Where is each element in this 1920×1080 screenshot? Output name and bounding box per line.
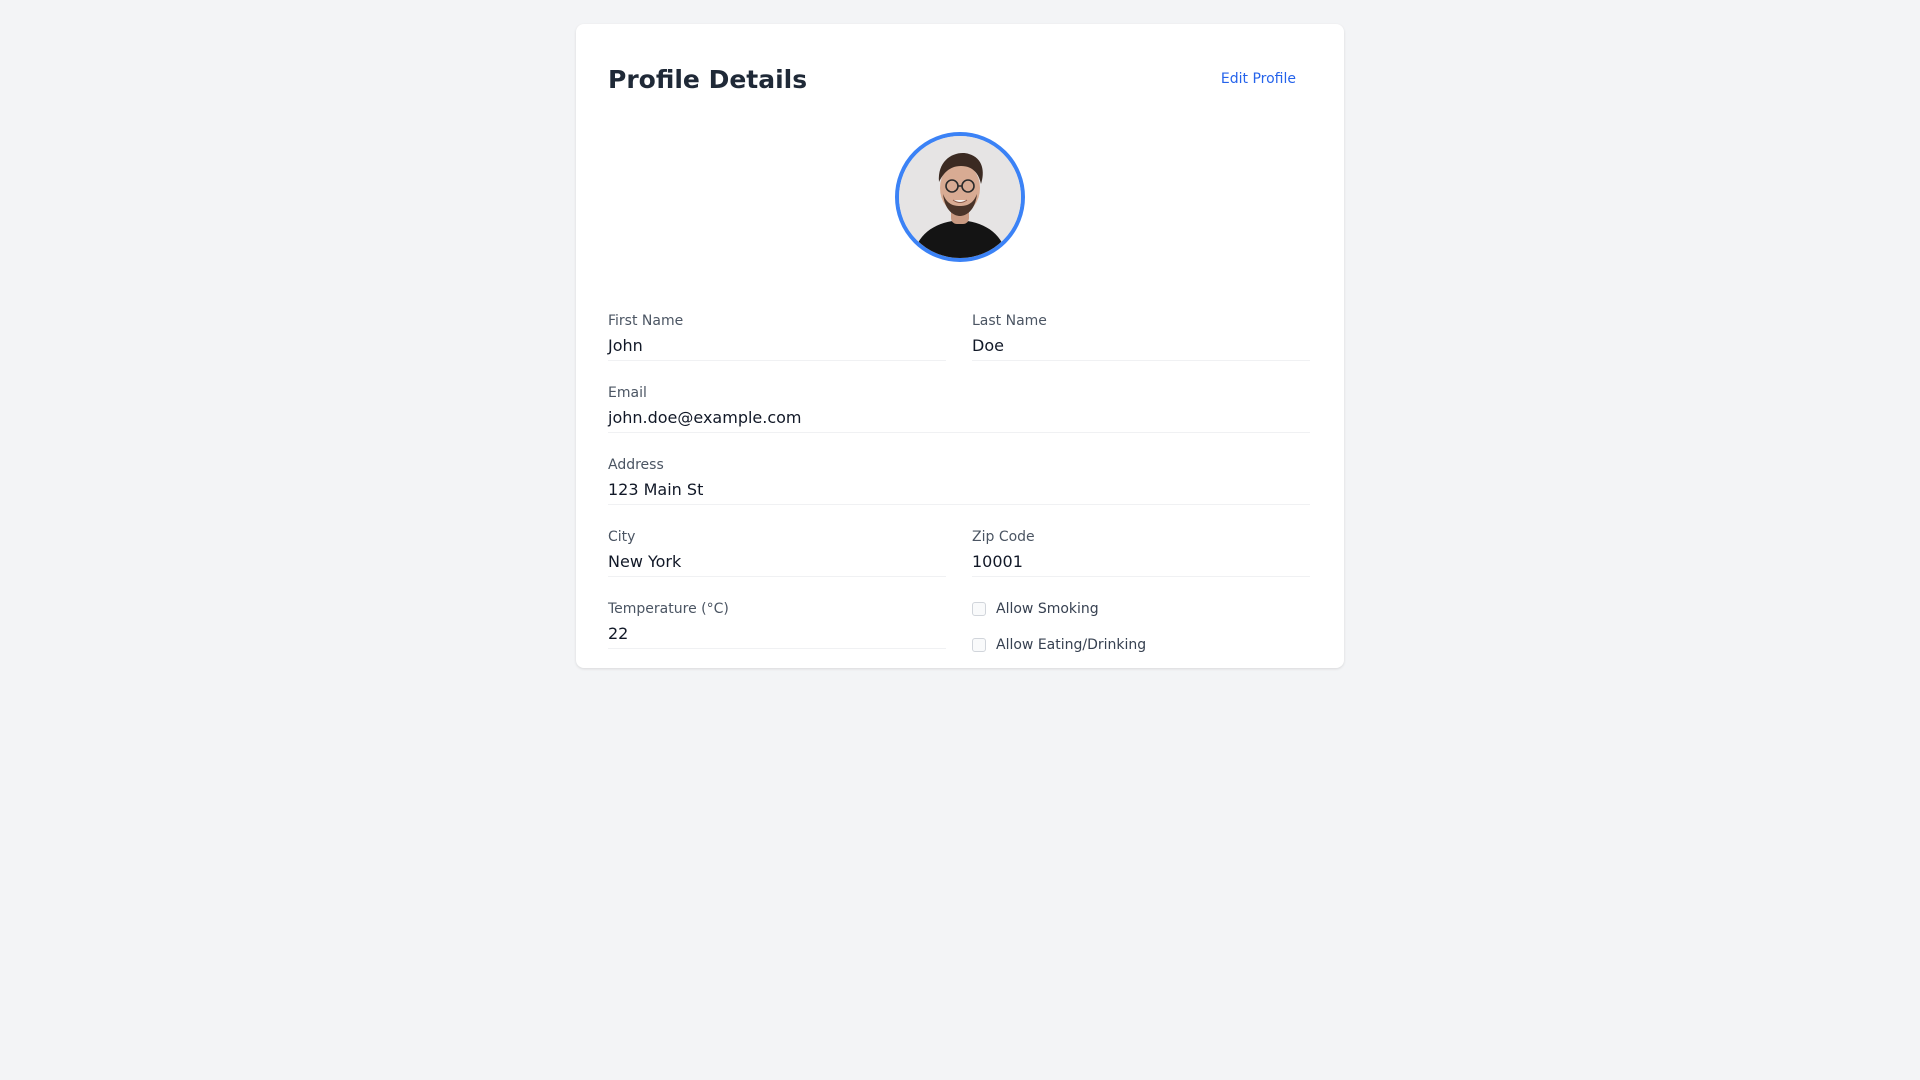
profile-card: Profile Details Edit Profile First Name … [576,24,1344,668]
temperature-label: Temperature (°C) [608,601,729,617]
email-value: john.doe@example.com [608,408,1310,433]
address-field: Address 123 Main St [608,456,1310,528]
zip-code-value: 10001 [972,552,1310,577]
city-value: New York [608,552,946,577]
allow-smoking-checkbox[interactable] [972,602,986,616]
last-name-label: Last Name [972,313,1047,329]
last-name-field: Last Name Doe [972,312,1310,384]
email-label: Email [608,385,647,401]
allow-eating-option[interactable]: Allow Eating/Drinking [972,636,1310,654]
avatar [895,132,1025,262]
allow-smoking-label: Allow Smoking [996,601,1099,617]
first-name-label: First Name [608,313,684,329]
allow-smoking-option[interactable]: Allow Smoking [972,600,1310,618]
profile-form: First Name John Last Name Doe Email john… [608,312,1312,672]
avatar-container [608,132,1312,262]
first-name-field: First Name John [608,312,946,384]
zip-code-field: Zip Code 10001 [972,528,1310,600]
zip-code-label: Zip Code [972,529,1035,545]
city-label: City [608,529,636,545]
allow-eating-checkbox[interactable] [972,638,986,652]
card-header: Profile Details Edit Profile [608,62,1312,96]
temperature-value: 22 [608,624,946,649]
first-name-value: John [608,336,946,361]
email-field: Email john.doe@example.com [608,384,1310,456]
last-name-value: Doe [972,336,1310,361]
person-avatar-icon [899,136,1021,258]
address-value: 123 Main St [608,480,1310,505]
address-label: Address [608,457,664,473]
preferences-group: Allow Smoking Allow Eating/Drinking [972,600,1310,672]
allow-eating-label: Allow Eating/Drinking [996,637,1147,653]
temperature-field: Temperature (°C) 22 [608,600,946,672]
page-title: Profile Details [608,64,808,94]
edit-profile-link[interactable]: Edit Profile [1221,71,1296,87]
city-field: City New York [608,528,946,600]
